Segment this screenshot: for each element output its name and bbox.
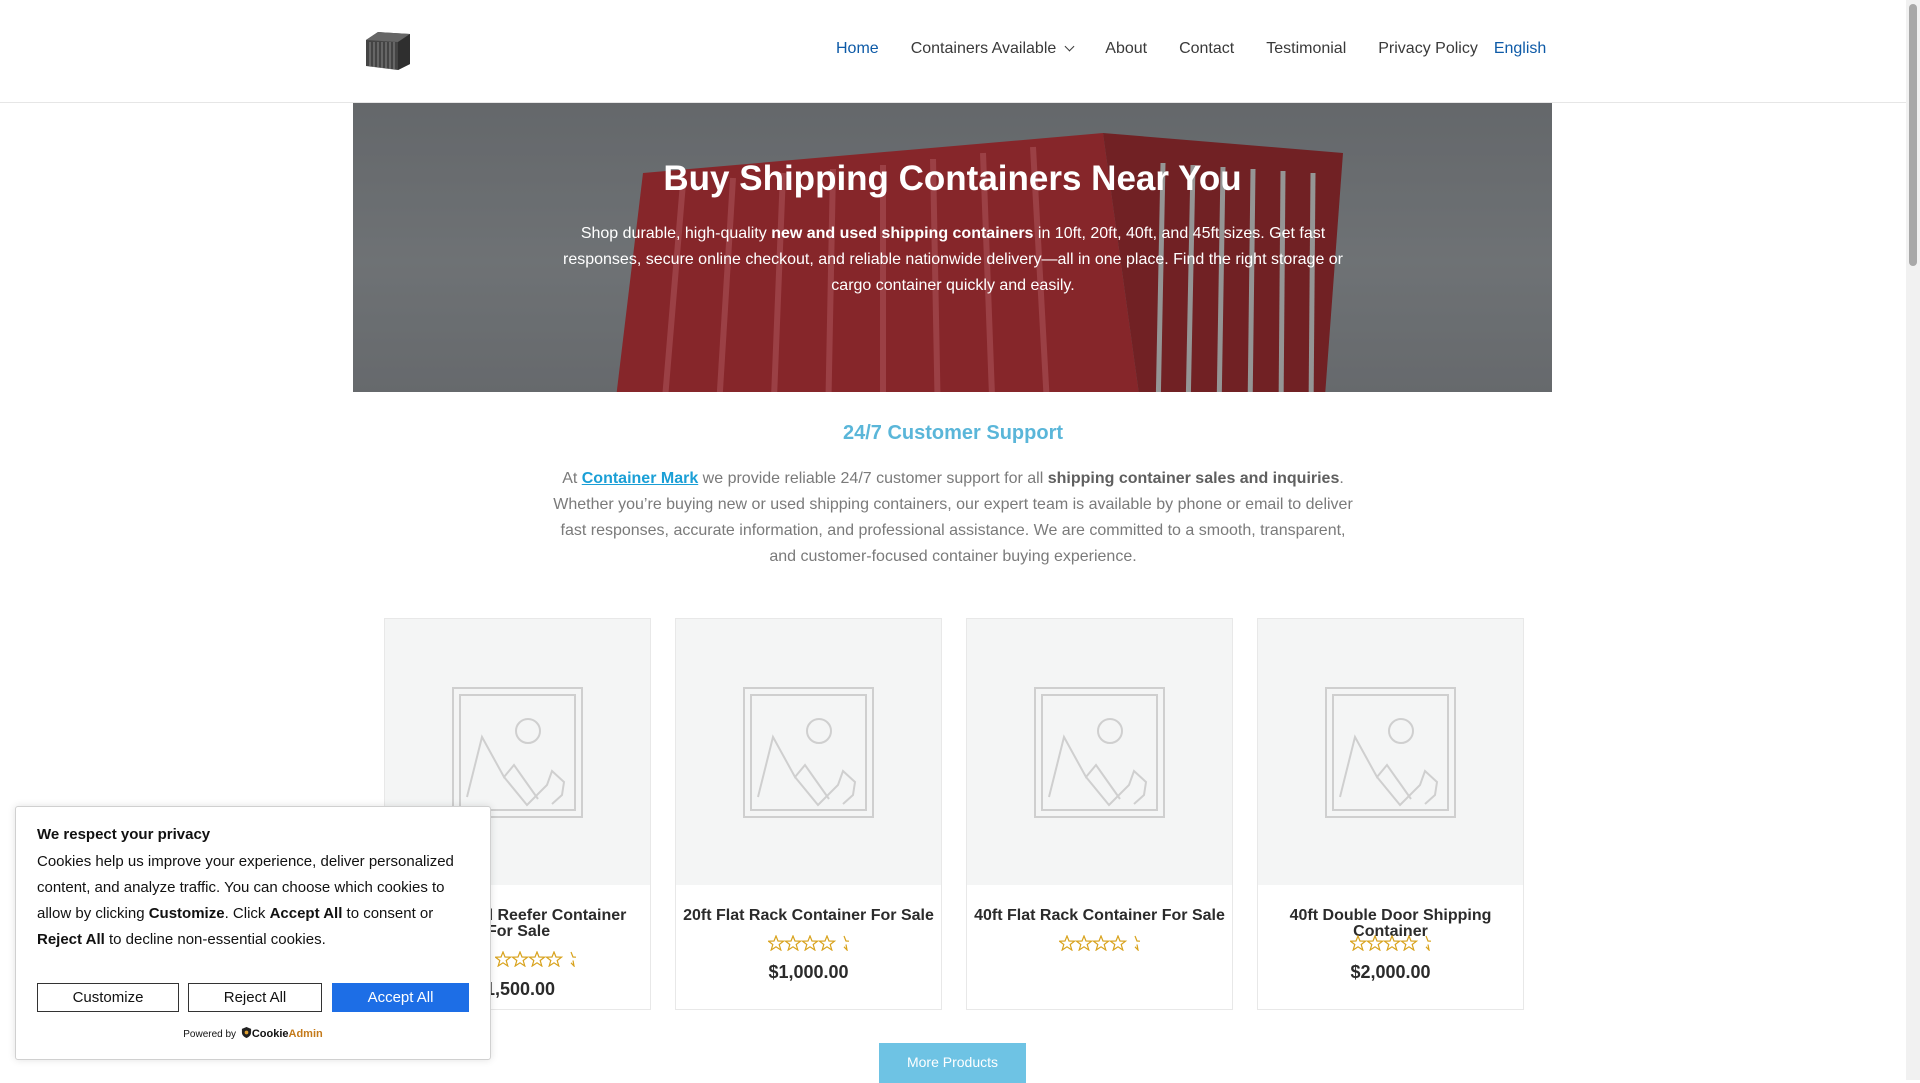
nav-item-testimonial[interactable]: Testimonial: [1266, 40, 1346, 58]
cookie-text-bold: Customize: [148, 905, 225, 922]
hero-banner: Buy Shipping Containers Near You Shop du…: [353, 103, 1552, 392]
half-star-icon: [570, 951, 577, 967]
support-heading: 24/7 Customer Support: [842, 422, 1064, 444]
nav-item-home[interactable]: Home: [836, 40, 879, 58]
support-text: we provide reliable 24/7 customer suppor…: [698, 470, 1048, 487]
scrollbar-thumb[interactable]: [1909, 4, 1917, 266]
page-scrollbar[interactable]: [1906, 0, 1920, 1080]
cookie-text: . Click: [224, 905, 270, 922]
product-name[interactable]: 40ft Flat Rack Container For Sale: [967, 908, 1232, 924]
chevron-down-icon: [1064, 41, 1075, 52]
product-card[interactable]: 20ft Flat Rack Container For Sale $1,000.…: [675, 618, 942, 1010]
star-icon: [817, 935, 837, 951]
nav-item-label: Containers Available: [910, 40, 1057, 57]
product-image-placeholder[interactable]: [1258, 619, 1523, 885]
nav-item-privacy-policy[interactable]: Privacy Policy: [1378, 40, 1478, 58]
product-price: $2,000.00: [1350, 962, 1431, 982]
brand-part: Admin: [288, 1028, 323, 1040]
product-image-placeholder[interactable]: [967, 619, 1232, 885]
site-header: Home Containers Available About Contact …: [0, 0, 1906, 103]
product-name-line: For Sale: [487, 923, 551, 940]
support-text: At: [562, 470, 582, 487]
cookie-text: to consent or: [342, 905, 434, 922]
support-paragraph: At Container Mark we provide reliable 24…: [553, 466, 1353, 570]
nav-item-about[interactable]: About: [1105, 40, 1147, 58]
star-icon: [1399, 935, 1419, 951]
main-nav: Home Containers Available About Contact …: [836, 40, 1546, 58]
support-text-bold: shipping container sales and inquiries: [1047, 470, 1340, 487]
star-icon: [1365, 935, 1385, 951]
star-icon: [1108, 935, 1128, 951]
nav-item-contact[interactable]: Contact: [1179, 40, 1234, 58]
star-icon: [495, 951, 513, 967]
star-icon: [1059, 935, 1077, 951]
hero-description: Shop durable, high-quality new and used …: [563, 221, 1343, 299]
nav-item-containers-available[interactable]: Containers Available: [910, 40, 1075, 58]
star-rating: [495, 951, 577, 967]
product-name[interactable]: 20ft Flat Rack Container For Sale: [676, 908, 941, 924]
star-icon: [544, 951, 564, 967]
brand-part: Cookie: [251, 1028, 289, 1040]
cookie-description: Cookies help us improve your experience,…: [37, 849, 477, 953]
hero-title: Buy Shipping Containers Near You: [663, 159, 1242, 198]
customize-button[interactable]: Customize: [37, 983, 179, 1012]
powered-by: Powered by CookieAdmin: [16, 1027, 490, 1040]
star-icon: [768, 935, 786, 951]
star-rating: [768, 935, 850, 951]
star-icon: [783, 935, 803, 951]
powered-by-label: Powered by: [183, 1029, 237, 1040]
half-star-icon: [843, 935, 850, 951]
cookieadmin-shield-icon: [241, 1027, 251, 1038]
star-icon: [1091, 935, 1111, 951]
hero-text: Shop durable, high-quality: [580, 225, 772, 242]
container-logo-icon[interactable]: [364, 30, 412, 72]
star-icon: [1382, 935, 1402, 951]
language-selector[interactable]: English: [1494, 40, 1546, 58]
star-icon: [527, 951, 547, 967]
container-mark-link[interactable]: Container Mark: [582, 470, 698, 487]
cookie-title: We respect your privacy: [37, 826, 211, 843]
half-star-icon: [1134, 935, 1141, 951]
product-price: $1,000.00: [768, 962, 849, 982]
cookie-text: to decline non-essential cookies.: [104, 931, 326, 948]
star-icon: [800, 935, 820, 951]
cookieadmin-logo[interactable]: CookieAdmin: [252, 1028, 323, 1040]
product-image-placeholder[interactable]: [676, 619, 941, 885]
product-card[interactable]: 40ft Flat Rack Container For Sale: [966, 618, 1233, 1010]
star-rating: [1350, 935, 1432, 951]
cookie-consent-banner: We respect your privacy Cookies help us …: [15, 806, 491, 1060]
star-icon: [510, 951, 530, 967]
star-icon: [1350, 935, 1368, 951]
half-star-icon: [1425, 935, 1432, 951]
product-card[interactable]: 40ft Double Door Shipping Container $2,00…: [1257, 618, 1524, 1010]
product-name[interactable]: ted Reefer Container For Sale: [469, 908, 650, 940]
star-icon: [1074, 935, 1094, 951]
cookie-text-bold: Reject All: [37, 931, 105, 948]
accept-all-button[interactable]: Accept All: [332, 983, 469, 1012]
star-rating: [1059, 935, 1141, 951]
product-name-line: ted Reefer Container: [469, 907, 627, 924]
hero-text-bold: new and used shipping containers: [771, 225, 1034, 242]
more-products-button[interactable]: More Products: [879, 1043, 1026, 1083]
reject-all-button[interactable]: Reject All: [188, 983, 322, 1012]
cookie-text-bold: Accept All: [269, 905, 343, 922]
